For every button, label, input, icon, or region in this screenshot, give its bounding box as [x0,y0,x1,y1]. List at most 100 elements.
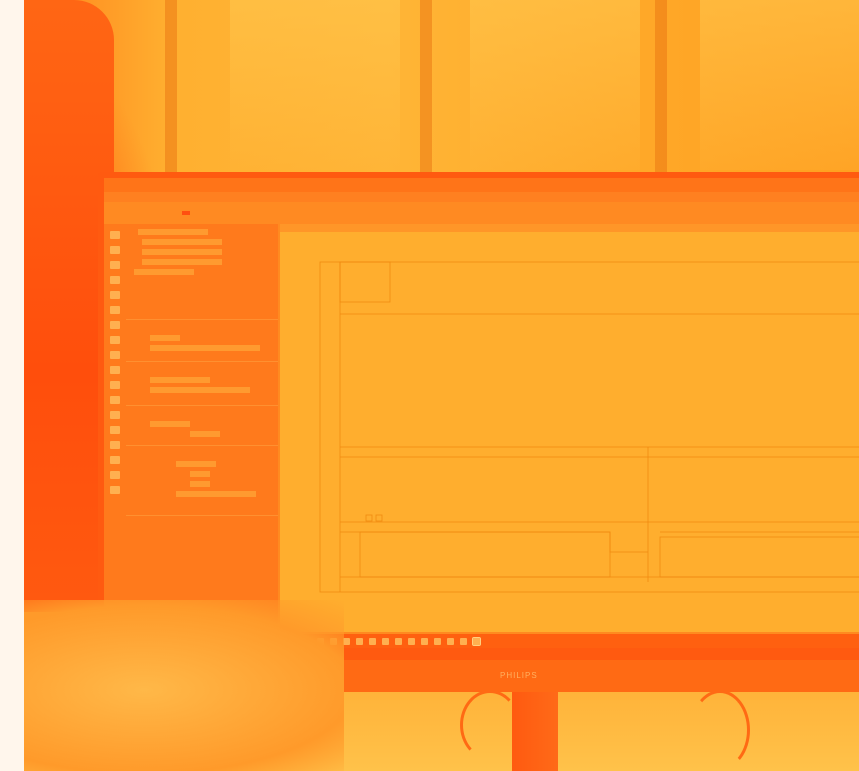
sidebar-field[interactable] [150,334,180,341]
sidebar-row[interactable] [130,343,274,353]
left-edge [0,0,24,771]
sidebar-row[interactable] [130,429,274,439]
tool-icon[interactable] [110,426,120,434]
ribbon-button[interactable] [272,211,280,215]
drawing-section [359,531,611,578]
drawing-section [659,536,859,578]
sidebar-row[interactable] [130,419,274,429]
taskbar-app-icon[interactable] [434,637,441,645]
sidebar-field[interactable] [176,490,256,497]
technical-drawing [319,261,859,593]
sidebar-row[interactable] [130,333,274,343]
sidebar-field[interactable] [150,386,250,393]
drawing-canvas[interactable] [280,232,859,632]
sidebar-field[interactable] [138,228,208,235]
sidebar-field[interactable] [142,238,222,245]
drawing-title-block [339,261,391,303]
taskbar-app-icon[interactable] [343,637,350,645]
sidebar-field[interactable] [150,420,190,427]
ribbon-button-active[interactable] [182,211,190,215]
taskbar-app-icon[interactable] [421,637,428,645]
tool-icon[interactable] [110,381,120,389]
sidebar-row[interactable] [130,237,274,247]
sidebar-row[interactable] [130,227,274,237]
sidebar-row[interactable] [130,469,274,479]
taskbar-app-icon[interactable] [460,637,467,645]
ribbon-button[interactable] [236,211,244,215]
taskbar-app-icon[interactable] [369,637,376,645]
drawing-marker [365,514,373,522]
app-title-bar [104,178,859,192]
window-frame [165,0,177,175]
tool-icon[interactable] [110,261,120,269]
tool-icon[interactable] [110,411,120,419]
sidebar-field[interactable] [142,248,222,255]
sidebar-section [126,224,278,320]
sidebar-field[interactable] [176,460,216,467]
sidebar-section [126,446,278,516]
tool-icon[interactable] [110,291,120,299]
sidebar-row [130,449,274,459]
tool-icon[interactable] [110,396,120,404]
sidebar-row[interactable] [130,479,274,489]
app-ribbon [104,202,859,224]
tool-icon[interactable] [110,351,120,359]
sidebar-field[interactable] [150,376,210,383]
drawing-marker [375,514,383,522]
taskbar-app-icon[interactable] [447,637,454,645]
ribbon-button[interactable] [218,211,226,215]
properties-sidebar [126,224,278,648]
tool-icon[interactable] [110,306,120,314]
tool-icon[interactable] [110,366,120,374]
window-frame [655,0,667,175]
window-panel [700,0,859,170]
sidebar-row[interactable] [130,267,274,277]
taskbar-app-icon[interactable] [395,637,402,645]
tool-icon[interactable] [110,441,120,449]
taskbar-app-icon[interactable] [408,637,415,645]
tool-icon[interactable] [110,231,120,239]
tool-icon[interactable] [110,321,120,329]
sidebar-field[interactable] [190,470,210,477]
tool-icon[interactable] [110,336,120,344]
sidebar-section [126,362,278,406]
sidebar-row[interactable] [130,459,274,469]
ribbon-button[interactable] [200,211,208,215]
sidebar-row[interactable] [130,375,274,385]
tool-icon[interactable] [110,276,120,284]
cable [690,690,750,770]
tool-icon[interactable] [110,456,120,464]
sidebar-field[interactable] [142,258,222,265]
monitor-brand-logo: PHILIPS [500,671,538,680]
sidebar-row[interactable] [130,385,274,395]
sidebar-field[interactable] [150,344,260,351]
sidebar-section [126,320,278,362]
taskbar-app-icon-active[interactable] [472,636,481,646]
sidebar-row[interactable] [130,489,274,499]
sidebar-field[interactable] [190,430,220,437]
tool-strip [104,224,126,648]
monitor-screen [104,178,859,648]
sidebar-row [130,323,274,333]
sidebar-field[interactable] [190,480,210,487]
app-menu-bar [104,192,859,202]
tool-icon[interactable] [110,246,120,254]
ribbon-button[interactable] [254,211,262,215]
sidebar-section [126,406,278,446]
sidebar-field[interactable] [134,268,194,275]
person-arm [24,600,344,771]
drawing-border [319,261,859,593]
taskbar-app-icon[interactable] [382,637,389,645]
taskbar-app-icon[interactable] [356,637,363,645]
window-panel [230,0,400,170]
sidebar-row[interactable] [130,247,274,257]
drawing-tabs[interactable] [280,224,859,232]
window-panel [470,0,640,170]
ribbon-button[interactable] [164,211,172,215]
tool-icon[interactable] [110,471,120,479]
sidebar-row[interactable] [130,257,274,267]
sidebar-row [130,409,274,419]
cable [460,690,520,760]
window-frame [420,0,432,175]
tool-icon[interactable] [110,486,120,494]
